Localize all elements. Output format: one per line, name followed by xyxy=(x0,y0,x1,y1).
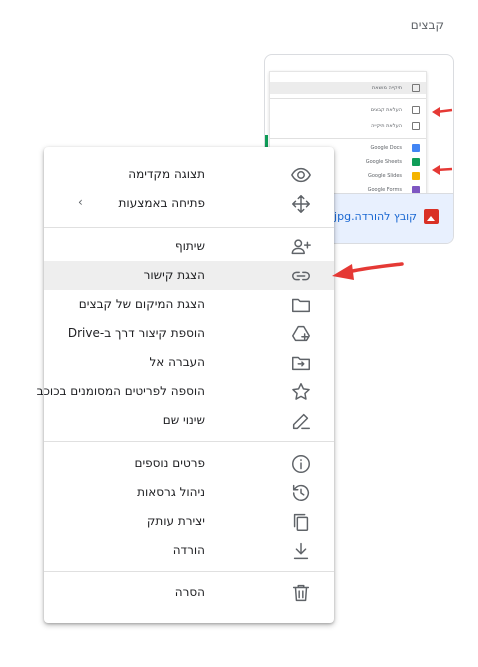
folder-move-icon xyxy=(290,352,312,374)
slides-icon xyxy=(412,172,420,180)
star-icon xyxy=(290,381,312,403)
thumbnail-row: העלאת קבצים xyxy=(270,104,426,116)
menu-item-details[interactable]: פרטים נוספים xyxy=(44,449,334,478)
info-icon xyxy=(290,453,312,475)
folder-icon xyxy=(290,294,312,316)
chevron-right-icon: › xyxy=(78,195,83,209)
menu-item-remove[interactable]: הסרה xyxy=(44,578,334,607)
menu-item-label: יצירת עותק xyxy=(146,514,205,528)
history-icon xyxy=(290,482,312,504)
docs-icon xyxy=(412,144,420,152)
menu-item-add-shortcut[interactable]: הוספת קיצור דרך ב-Drive xyxy=(44,319,334,348)
thumbnail-divider xyxy=(270,98,426,99)
menu-item-label: הסרה xyxy=(174,585,205,599)
pencil-icon xyxy=(290,410,312,432)
menu-divider xyxy=(44,227,334,228)
menu-item-show-location[interactable]: הצגת המיקום של קבצים xyxy=(44,290,334,319)
menu-item-label: פרטים נוספים xyxy=(134,456,205,470)
menu-item-label: שיתוף xyxy=(174,239,205,253)
menu-item-label: הצגת המיקום של קבצים xyxy=(78,297,205,311)
menu-item-share[interactable]: שיתוף xyxy=(44,232,334,261)
menu-divider xyxy=(44,441,334,442)
menu-item-download[interactable]: הורדה xyxy=(44,536,334,565)
menu-item-label: תצוגה מקדימה xyxy=(128,167,205,181)
menu-divider xyxy=(44,571,334,572)
menu-item-rename[interactable]: שינוי שם xyxy=(44,406,334,435)
thumbnail-row: העלאת תיקייה xyxy=(270,120,426,132)
menu-item-label: הוספת קיצור דרך ב-Drive xyxy=(67,326,205,340)
section-title: קבצים xyxy=(410,18,444,32)
menu-item-open-with[interactable]: פתיחה באמצעות › xyxy=(44,189,334,218)
thumbnail-row: תיקייה מושאת xyxy=(270,82,426,94)
menu-item-label: ניהול גרסאות xyxy=(137,485,205,499)
move-arrows-icon xyxy=(290,193,312,215)
arrow-icon xyxy=(332,262,404,280)
menu-item-label: שינוי שם xyxy=(162,413,205,427)
menu-item-show-link[interactable]: הצגת קישור xyxy=(44,261,334,290)
file-upload-icon xyxy=(412,106,420,114)
folder-icon xyxy=(412,84,420,92)
menu-item-move-to[interactable]: העברה אל xyxy=(44,348,334,377)
menu-item-label: פתיחה באמצעות xyxy=(118,196,205,210)
menu-item-label: העברה אל xyxy=(149,355,205,369)
thumbnail-divider xyxy=(270,138,426,139)
image-file-icon xyxy=(424,209,439,224)
menu-item-label: הצגת קישור xyxy=(143,268,205,282)
menu-item-label: הורדה xyxy=(172,543,205,557)
context-menu: תצוגה מקדימה פתיחה באמצעות › שיתוף הצגת … xyxy=(37,147,334,623)
drive-shortcut-icon xyxy=(290,323,312,345)
menu-item-manage-versions[interactable]: ניהול גרסאות xyxy=(44,478,334,507)
folder-upload-icon xyxy=(412,122,420,130)
sheets-icon xyxy=(412,158,420,166)
menu-item-preview[interactable]: תצוגה מקדימה xyxy=(44,160,334,189)
file-name[interactable]: קובץ להורדה.jpg xyxy=(334,210,417,223)
copy-icon xyxy=(290,511,312,533)
menu-item-make-copy[interactable]: יצירת עותק xyxy=(44,507,334,536)
person-add-icon xyxy=(290,236,312,258)
link-icon xyxy=(290,265,312,287)
download-icon xyxy=(290,540,312,562)
menu-item-add-starred[interactable]: הוספה לפריטים המסומנים בכוכב xyxy=(37,377,334,406)
trash-icon xyxy=(290,582,312,604)
menu-item-label: הוספה לפריטים המסומנים בכוכב xyxy=(36,384,205,398)
eye-icon xyxy=(290,164,312,186)
